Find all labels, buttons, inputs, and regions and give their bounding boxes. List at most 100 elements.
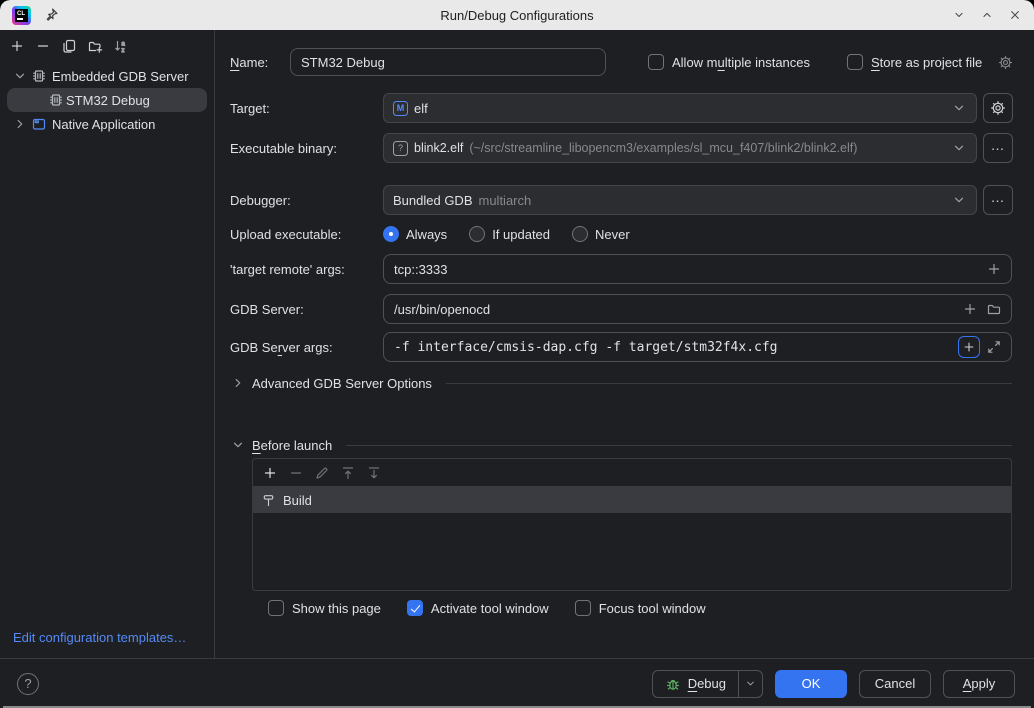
- ellipsis-icon: …: [991, 140, 1006, 157]
- sidebar-toolbar: [0, 30, 214, 58]
- section-divider: [446, 383, 1012, 384]
- configurations-sidebar: Embedded GDB Server STM32 Debug Native A…: [0, 30, 215, 658]
- allow-multiple-instances-label[interactable]: Allow multiple instances: [672, 55, 810, 70]
- store-settings-gear-icon[interactable]: [998, 55, 1013, 70]
- debug-split-button: Debug: [652, 670, 763, 698]
- copy-configuration-button[interactable]: [58, 35, 80, 57]
- debug-button[interactable]: Debug: [653, 671, 738, 697]
- target-remote-args-value: tcp::3333: [394, 262, 448, 277]
- radio-option-always[interactable]: Always: [383, 226, 447, 242]
- radio-label[interactable]: If updated: [492, 227, 550, 242]
- debug-dropdown-button[interactable]: [738, 671, 762, 697]
- radio-button[interactable]: [469, 226, 485, 242]
- gdb-server-field[interactable]: /usr/bin/openocd: [383, 294, 1012, 324]
- folder-browse-icon[interactable]: [986, 301, 1002, 317]
- tree-item-stm32-debug[interactable]: STM32 Debug: [7, 88, 207, 112]
- focus-tool-window-checkbox[interactable]: [575, 600, 591, 616]
- show-this-page-checkbox[interactable]: [268, 600, 284, 616]
- focus-tool-window-option[interactable]: Focus tool window: [575, 600, 706, 616]
- apply-button[interactable]: Apply: [943, 670, 1015, 698]
- add-configuration-button[interactable]: [6, 35, 28, 57]
- chevron-down-icon[interactable]: [230, 437, 246, 453]
- gdb-server-args-value: -f interface/cmsis-dap.cfg -f target/stm…: [394, 340, 778, 355]
- edit-task-icon[interactable]: [314, 465, 330, 481]
- tree-item-label: Embedded GDB Server: [52, 69, 189, 84]
- cmake-target-icon: M: [393, 101, 408, 116]
- edit-configuration-templates-link[interactable]: Edit configuration templates…: [13, 630, 186, 645]
- radio-label[interactable]: Always: [406, 227, 447, 242]
- before-launch-panel: Build: [252, 458, 1012, 591]
- radio-label[interactable]: Never: [595, 227, 630, 242]
- gear-icon: [990, 100, 1006, 116]
- new-folder-button[interactable]: [84, 35, 106, 57]
- name-input[interactable]: [290, 48, 606, 76]
- executable-binary-path: (~/src/streamline_libopencm3/examples/sl…: [469, 141, 857, 155]
- debugger-browse-button[interactable]: …: [983, 185, 1013, 215]
- gdb-server-value: /usr/bin/openocd: [394, 302, 490, 317]
- window-shade-icon[interactable]: [952, 8, 966, 22]
- debugger-select[interactable]: Bundled GDB multiarch: [383, 185, 977, 215]
- help-button[interactable]: ?: [17, 673, 39, 695]
- executable-binary-select[interactable]: ? blink2.elf (~/src/streamline_libopencm…: [383, 133, 977, 163]
- radio-button[interactable]: [383, 226, 399, 242]
- task-label: Build: [283, 493, 312, 508]
- macro-plus-icon[interactable]: [986, 261, 1002, 277]
- allow-multiple-instances-checkbox[interactable]: [648, 54, 664, 70]
- chevron-right-icon[interactable]: [12, 116, 28, 132]
- move-task-down-icon[interactable]: [366, 465, 382, 481]
- store-as-project-file-label[interactable]: Store as project file: [871, 55, 982, 70]
- gdb-server-args-field[interactable]: -f interface/cmsis-dap.cfg -f target/stm…: [383, 332, 1012, 362]
- show-this-page-option[interactable]: Show this page: [268, 600, 381, 616]
- target-value: elf: [414, 101, 428, 116]
- debugger-label: Debugger:: [230, 185, 291, 215]
- dialog-body: Embedded GDB Server STM32 Debug Native A…: [0, 30, 1034, 658]
- radio-option-if-updated[interactable]: If updated: [469, 226, 550, 242]
- executable-binary-value: blink2.elf: [414, 141, 463, 155]
- activate-tool-window-option[interactable]: Activate tool window: [407, 600, 549, 616]
- add-task-icon[interactable]: [262, 465, 278, 481]
- activate-tool-window-checkbox[interactable]: [407, 600, 423, 616]
- chevron-right-icon[interactable]: [230, 375, 246, 391]
- sort-configurations-button[interactable]: [110, 35, 132, 57]
- cancel-button[interactable]: Cancel: [859, 670, 931, 698]
- chevron-down-icon[interactable]: [12, 68, 28, 84]
- window-close-icon[interactable]: [1008, 8, 1022, 22]
- store-as-project-file-checkbox[interactable]: [847, 54, 863, 70]
- before-launch-label[interactable]: Before launch: [252, 438, 332, 453]
- hammer-icon: [261, 493, 276, 508]
- debugger-suffix: multiarch: [479, 193, 532, 208]
- show-this-page-label[interactable]: Show this page: [292, 601, 381, 616]
- before-launch-section[interactable]: Before launch: [230, 434, 1012, 456]
- configuration-form: Name: Allow multiple instances Store as …: [216, 30, 1034, 658]
- tree-item-embedded-gdb-server[interactable]: Embedded GDB Server: [0, 64, 214, 88]
- target-remote-args-label: 'target remote' args:: [230, 254, 345, 284]
- tree-item-native-application[interactable]: Native Application: [0, 112, 214, 136]
- before-launch-task-build[interactable]: Build: [253, 487, 1011, 513]
- gdb-server-args-label: GDB Server args:: [230, 332, 333, 362]
- debugger-value: Bundled GDB: [393, 193, 473, 208]
- advanced-gdb-server-options-section[interactable]: Advanced GDB Server Options: [230, 372, 1012, 394]
- advanced-section-label[interactable]: Advanced GDB Server Options: [252, 376, 432, 391]
- radio-option-never[interactable]: Never: [572, 226, 630, 242]
- chevron-down-icon: [951, 192, 967, 208]
- executable-browse-button[interactable]: …: [983, 133, 1013, 163]
- dialog-footer: ? Debug OK Cancel Apply: [0, 658, 1034, 708]
- expand-field-icon[interactable]: [986, 339, 1002, 355]
- window-maximize-icon[interactable]: [980, 8, 994, 22]
- target-select[interactable]: M elf: [383, 93, 977, 123]
- radio-button[interactable]: [572, 226, 588, 242]
- target-remote-args-field[interactable]: tcp::3333: [383, 254, 1012, 284]
- name-label: Name:: [230, 48, 268, 76]
- titlebar: CL Run/Debug Configurations: [0, 0, 1034, 30]
- remove-task-icon[interactable]: [288, 465, 304, 481]
- activate-tool-window-label[interactable]: Activate tool window: [431, 601, 549, 616]
- macro-plus-icon[interactable]: [962, 301, 978, 317]
- target-settings-button[interactable]: [983, 93, 1013, 123]
- focus-tool-window-label[interactable]: Focus tool window: [599, 601, 706, 616]
- window-title: Run/Debug Configurations: [0, 8, 1034, 23]
- chip-icon: [48, 92, 64, 108]
- move-task-up-icon[interactable]: [340, 465, 356, 481]
- macro-plus-button-focused[interactable]: [958, 336, 980, 358]
- ok-button[interactable]: OK: [775, 670, 847, 698]
- remove-configuration-button[interactable]: [32, 35, 54, 57]
